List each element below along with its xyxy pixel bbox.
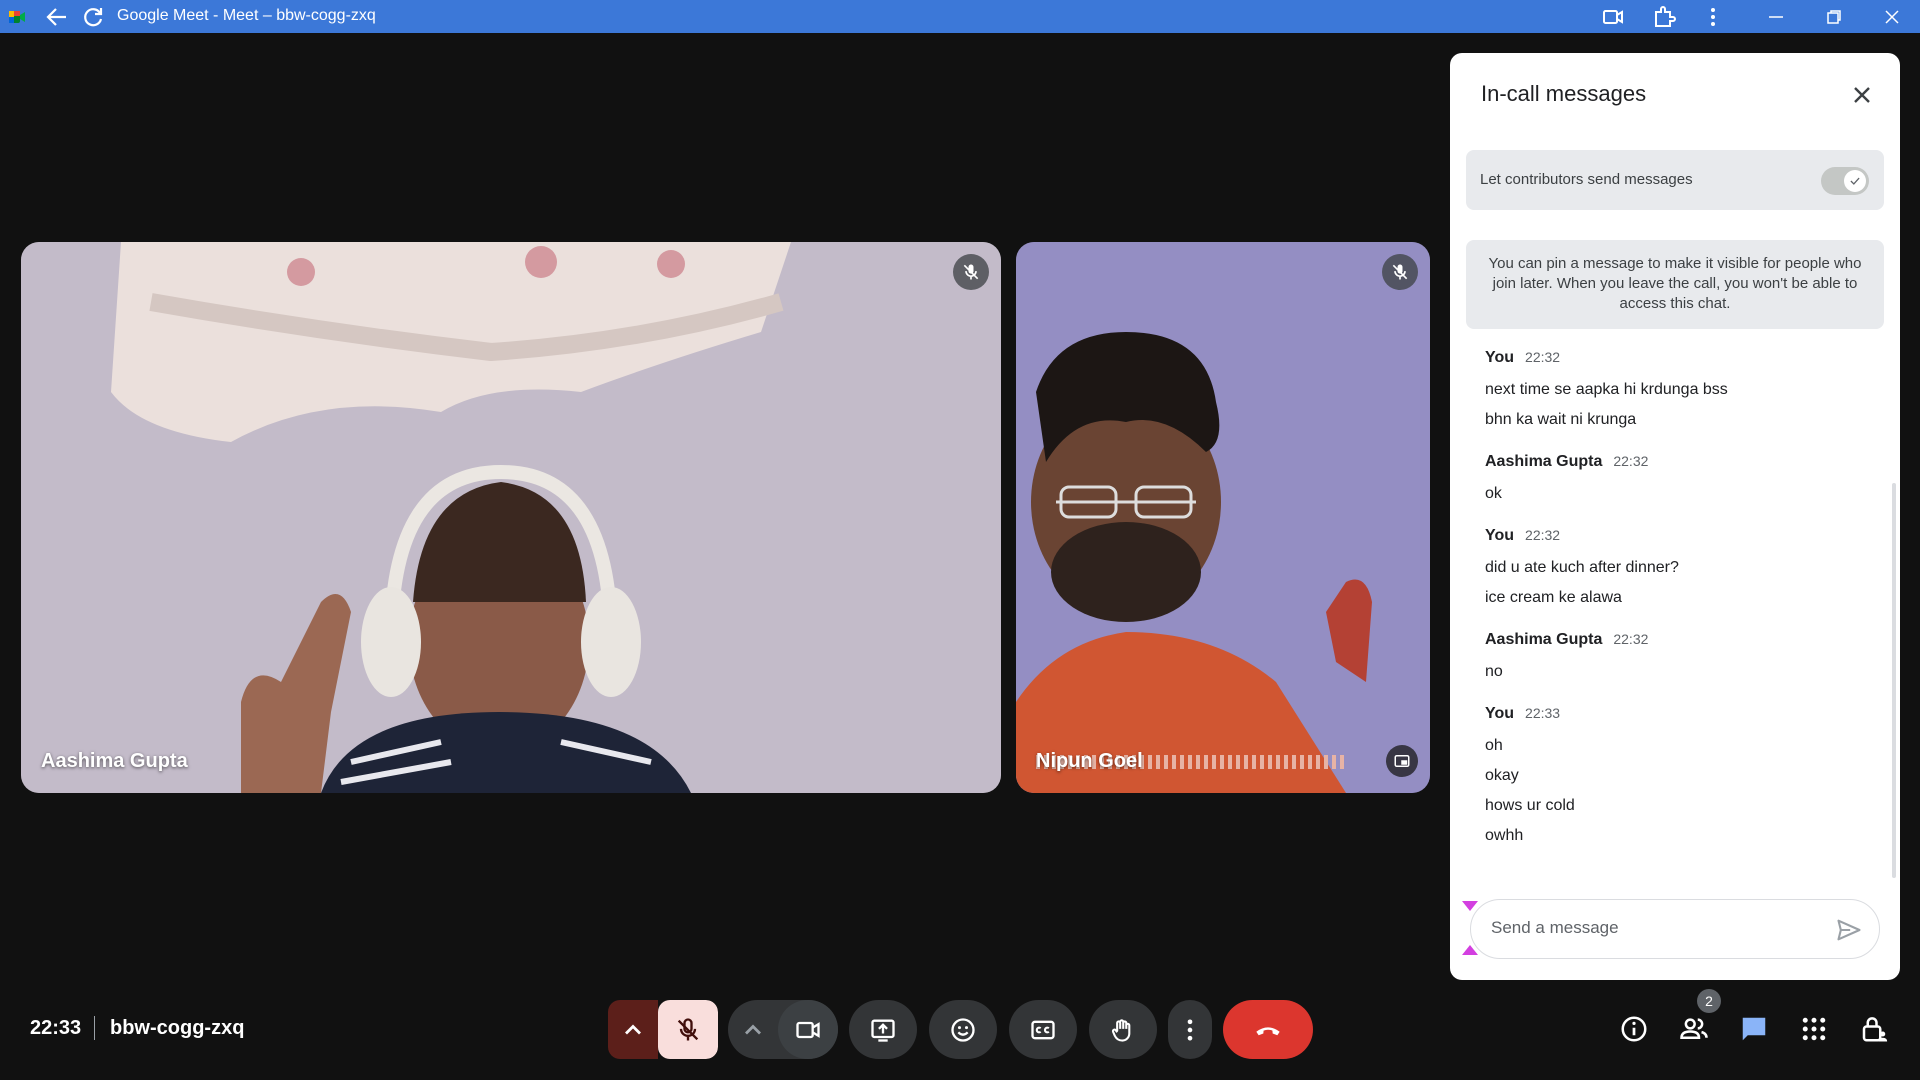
lock-person-icon xyxy=(1862,1017,1888,1042)
close-window-icon[interactable] xyxy=(1880,5,1904,29)
message-text: ice cream ke alawa xyxy=(1485,589,1622,606)
chevron-up-icon xyxy=(745,1024,761,1034)
clock-time: 22:33 xyxy=(30,1017,82,1039)
message-sender: Aashima Gupta xyxy=(1485,631,1603,648)
divider xyxy=(94,1016,95,1040)
message-text: no xyxy=(1485,663,1503,680)
message-text: ok xyxy=(1485,485,1502,502)
send-button[interactable] xyxy=(1835,916,1863,944)
raise-hand-icon xyxy=(1111,1018,1131,1042)
message-text: oh xyxy=(1485,737,1503,754)
checkmark-icon xyxy=(1844,170,1866,192)
participant-name: Aashima Gupta xyxy=(41,750,188,772)
video-camera-icon[interactable] xyxy=(1601,5,1625,29)
message-time: 22:32 xyxy=(1613,631,1649,647)
message-time: 22:32 xyxy=(1525,349,1561,365)
reload-icon[interactable] xyxy=(80,5,106,29)
extensions-icon[interactable] xyxy=(1652,5,1676,29)
video-tile-aashima[interactable]: Aashima Gupta xyxy=(21,242,1001,793)
chat-button[interactable] xyxy=(1737,1012,1771,1046)
muted-mic-icon xyxy=(1382,254,1418,290)
captions-button[interactable] xyxy=(1009,1000,1077,1059)
close-icon xyxy=(1854,87,1870,103)
chat-scrollbar[interactable] xyxy=(1892,483,1896,878)
window-title: Google Meet - Meet – bbw-cogg-zxq xyxy=(117,7,376,24)
send-messages-toggle[interactable] xyxy=(1821,167,1869,195)
participant-video-feed xyxy=(21,242,1001,793)
kebab-menu-icon[interactable] xyxy=(1701,5,1725,29)
message-text: bhn ka wait ni krunga xyxy=(1485,411,1637,428)
more-options-button[interactable] xyxy=(1168,1000,1212,1059)
participant-video-feed xyxy=(1016,242,1430,793)
camera-toggle-button[interactable] xyxy=(778,1000,838,1059)
present-screen-icon xyxy=(871,1018,895,1042)
restore-icon[interactable] xyxy=(1822,5,1846,29)
video-tile-nipun[interactable]: Nipun Goel xyxy=(1016,242,1430,793)
picture-in-picture-icon[interactable] xyxy=(1386,745,1418,777)
people-icon xyxy=(1680,1018,1708,1039)
raise-hand-button[interactable] xyxy=(1089,1000,1157,1059)
meeting-code: bbw-cogg-zxq xyxy=(110,1017,245,1039)
present-screen-button[interactable] xyxy=(849,1000,917,1059)
contributors-toggle-row: Let contributors send messages xyxy=(1466,150,1884,210)
back-arrow-icon[interactable] xyxy=(44,5,70,29)
leave-call-button[interactable] xyxy=(1223,1000,1313,1059)
message-text: did u ate kuch after dinner? xyxy=(1485,559,1679,576)
message-group: Aashima Gupta 22:32 ok xyxy=(1485,453,1865,509)
message-sender: You xyxy=(1485,349,1515,366)
host-controls-button[interactable] xyxy=(1857,1012,1891,1046)
close-panel-button[interactable] xyxy=(1846,79,1878,111)
pin-message-info: You can pin a message to make it visible… xyxy=(1466,240,1884,329)
microphone-controls xyxy=(608,1000,718,1059)
closed-captions-icon xyxy=(1031,1020,1055,1039)
meet-favicon-icon xyxy=(9,11,25,23)
people-button[interactable] xyxy=(1677,1012,1711,1046)
message-time: 22:33 xyxy=(1525,705,1561,721)
message-time: 22:32 xyxy=(1613,453,1649,469)
reactions-button[interactable] xyxy=(929,1000,997,1059)
video-camera-icon xyxy=(796,1021,820,1038)
unmute-microphone-button[interactable] xyxy=(658,1000,718,1059)
title-bar: Google Meet - Meet – bbw-cogg-zxq xyxy=(0,0,1920,33)
message-group: Aashima Gupta 22:32 no xyxy=(1485,631,1865,687)
participant-name: Nipun Goel xyxy=(1036,750,1143,772)
message-text: next time se aapka hi krdunga bss xyxy=(1485,381,1728,398)
mic-off-icon xyxy=(677,1017,699,1040)
video-options-button[interactable] xyxy=(728,1000,778,1059)
message-sender: You xyxy=(1485,527,1515,544)
meeting-details-button[interactable] xyxy=(1617,1012,1651,1046)
info-icon xyxy=(1621,1016,1647,1042)
activities-button[interactable] xyxy=(1797,1012,1831,1046)
chevron-up-icon xyxy=(625,1024,641,1034)
message-group: You 22:32 did u ate kuch after dinner? ic… xyxy=(1485,527,1865,613)
participant-count-badge: 2 xyxy=(1697,989,1721,1013)
message-text: hows ur cold xyxy=(1485,797,1575,814)
toggle-label: Let contributors send messages xyxy=(1480,171,1693,188)
minimize-icon[interactable] xyxy=(1764,5,1788,29)
message-time: 22:32 xyxy=(1525,527,1561,543)
message-sender: Aashima Gupta xyxy=(1485,453,1603,470)
message-compose-box xyxy=(1470,899,1880,959)
message-text: owhh xyxy=(1485,827,1524,844)
muted-mic-icon xyxy=(953,254,989,290)
emoji-icon xyxy=(951,1017,975,1042)
apps-grid-icon xyxy=(1802,1017,1826,1041)
chat-icon xyxy=(1742,1017,1766,1041)
message-group: You 22:33 oh okay hows ur cold owhh xyxy=(1485,705,1865,851)
end-call-icon xyxy=(1256,1026,1280,1035)
message-sender: You xyxy=(1485,705,1515,722)
message-group: You 22:32 next time se aapka hi krdunga b… xyxy=(1485,349,1865,435)
camera-controls xyxy=(728,1000,838,1059)
send-message-input[interactable] xyxy=(1491,918,1811,938)
audio-options-button[interactable] xyxy=(608,1000,658,1059)
in-call-messages-panel: In-call messages Let contributors send m… xyxy=(1450,53,1900,980)
message-text: okay xyxy=(1485,767,1519,784)
more-vert-icon xyxy=(1187,1019,1193,1040)
message-list: You 22:32 next time se aapka hi krdunga b… xyxy=(1485,349,1865,869)
send-icon xyxy=(1837,919,1861,941)
panel-title: In-call messages xyxy=(1481,81,1647,106)
